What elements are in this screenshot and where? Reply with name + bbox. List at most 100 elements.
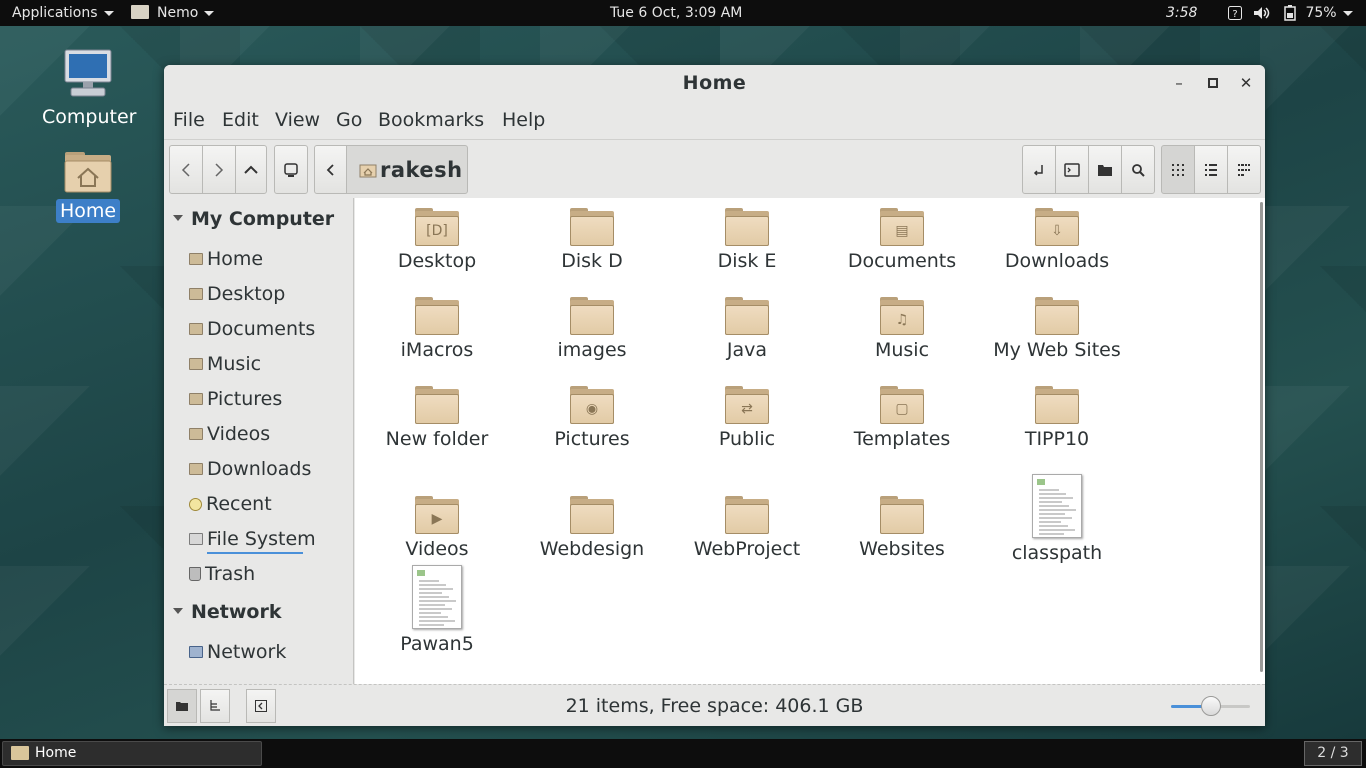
desktop-icon-home[interactable]: Home [38, 150, 138, 223]
file-manager-window: Home – ✕ File Edit View Go Bookmarks Hel… [164, 65, 1265, 726]
desktop-icon-label: Computer [42, 106, 137, 128]
folder-item[interactable]: TIPP10 [982, 386, 1132, 450]
chevron-down-icon [204, 10, 215, 16]
forward-button[interactable] [202, 145, 236, 194]
breadcrumb[interactable]: rakesh [346, 145, 468, 194]
folder-item[interactable]: ▢ Templates [827, 386, 977, 450]
sidebar-item-documents[interactable]: Documents [189, 318, 315, 340]
sidebar-item-home[interactable]: Home [189, 248, 263, 270]
toggle-location-button[interactable] [274, 145, 308, 194]
sidebar-item-file-system[interactable]: File System [189, 528, 316, 550]
music-folder-icon [189, 358, 203, 370]
minimize-button[interactable]: – [1169, 73, 1189, 93]
menu-help[interactable]: Help [498, 107, 549, 133]
menu-file[interactable]: File [169, 107, 209, 133]
top-panel: Applications Nemo Tue 6 Oct, 3:09 AM 3:5… [0, 0, 1366, 26]
disk-usage-bar [207, 552, 303, 554]
zoom-slider[interactable] [1171, 696, 1250, 716]
sidebar-item-music[interactable]: Music [189, 353, 261, 375]
volume-icon[interactable] [1253, 0, 1271, 26]
new-folder-button[interactable] [1088, 145, 1122, 194]
open-in-terminal-prompt-button[interactable] [1022, 145, 1056, 194]
terminal-button[interactable] [1055, 145, 1089, 194]
sidebar-item-downloads[interactable]: Downloads [189, 458, 311, 480]
close-button[interactable]: ✕ [1236, 73, 1256, 93]
file-item[interactable]: Pawan5 [362, 565, 512, 655]
applications-menu[interactable]: Applications [12, 0, 114, 26]
back-button[interactable] [169, 145, 203, 194]
sidebar-item-network[interactable]: Network [189, 641, 286, 663]
folder-item[interactable]: Webdesign [517, 496, 667, 560]
folder-item[interactable]: ◉ Pictures [517, 386, 667, 450]
svg-text:?: ? [1232, 9, 1237, 20]
app-menu-nemo[interactable]: Nemo [131, 0, 215, 26]
computer-icon [64, 49, 112, 97]
maximize-button[interactable] [1203, 73, 1223, 93]
folder-item[interactable]: WebProject [672, 496, 822, 560]
folder-icon: ♫ [880, 297, 924, 335]
help-icon[interactable]: ? [1228, 0, 1242, 26]
workspace-indicator[interactable]: 2 / 3 [1304, 741, 1362, 766]
sidebar-item-videos[interactable]: Videos [189, 423, 270, 445]
sidebar-item-desktop[interactable]: Desktop [189, 283, 285, 305]
sidebar-item-recent[interactable]: Recent [189, 493, 272, 515]
expander-icon [173, 607, 183, 614]
icon-view-button[interactable] [1161, 145, 1195, 194]
battery-percent: 75% [1305, 5, 1337, 21]
downloads-folder-icon [189, 463, 203, 475]
folder-item[interactable]: ⇄ Public [672, 386, 822, 450]
file-name: images [557, 339, 627, 361]
menu-go[interactable]: Go [332, 107, 366, 133]
menu-edit[interactable]: Edit [218, 107, 263, 133]
sidebar-section-network[interactable]: Network [173, 601, 281, 623]
folder-icon [570, 208, 614, 246]
folder-item[interactable]: My Web Sites [982, 297, 1132, 361]
up-button[interactable] [235, 145, 267, 194]
clock[interactable]: Tue 6 Oct, 3:09 AM [610, 0, 742, 26]
sidebar-item-label: Desktop [207, 283, 286, 305]
sidebar-section-my-computer[interactable]: My Computer [173, 208, 334, 230]
folder-item[interactable]: ♫ Music [827, 297, 977, 361]
folder-item[interactable]: images [517, 297, 667, 361]
battery-indicator[interactable]: 75% [1283, 0, 1353, 26]
file-icon-view[interactable]: [D] Desktop Disk D Disk E ▤ Documents ⇩ Downloa… [355, 198, 1265, 684]
videos-folder-icon [189, 428, 203, 440]
desktop-icon-computer[interactable]: Computer [38, 48, 138, 129]
title-bar[interactable]: Home – ✕ [164, 65, 1265, 101]
folder-item[interactable]: ▶ Videos [362, 496, 512, 560]
zoom-slider-handle[interactable] [1200, 696, 1221, 716]
home-folder-icon [359, 164, 377, 177]
folder-item[interactable]: ⇩ Downloads [982, 208, 1132, 272]
folder-item[interactable]: New folder [362, 386, 512, 450]
folder-icon: ⇄ [725, 386, 769, 424]
file-name: My Web Sites [993, 339, 1121, 361]
folder-item[interactable]: Disk D [517, 208, 667, 272]
vertical-scrollbar[interactable] [1260, 202, 1263, 672]
sidebar-item-label: Pictures [207, 388, 283, 410]
folder-icon [415, 386, 459, 424]
file-name: iMacros [400, 339, 474, 361]
search-button[interactable] [1121, 145, 1155, 194]
taskbar-item-home[interactable]: Home [2, 741, 262, 766]
folder-item[interactable]: iMacros [362, 297, 512, 361]
sidebar-item-pictures[interactable]: Pictures [189, 388, 282, 410]
compact-view-button[interactable] [1227, 145, 1261, 194]
folder-icon: ◉ [570, 386, 614, 424]
folder-icon: [D] [415, 208, 459, 246]
pictures-folder-icon [189, 393, 203, 405]
file-item[interactable]: classpath [982, 474, 1132, 564]
folder-icon [880, 496, 924, 534]
sidebar-item-label: Downloads [207, 458, 312, 480]
menu-view[interactable]: View [271, 107, 324, 133]
folder-icon [570, 297, 614, 335]
menu-bookmarks[interactable]: Bookmarks [374, 107, 488, 133]
folder-item[interactable]: Java [672, 297, 822, 361]
list-view-button[interactable] [1194, 145, 1228, 194]
sidebar-item-trash[interactable]: Trash [189, 563, 255, 585]
folder-item[interactable]: ▤ Documents [827, 208, 977, 272]
folder-item[interactable]: Disk E [672, 208, 822, 272]
folder-item[interactable]: [D] Desktop [362, 208, 512, 272]
folder-icon [570, 496, 614, 534]
folder-item[interactable]: Websites [827, 496, 977, 560]
breadcrumb-left-button[interactable] [314, 145, 347, 194]
